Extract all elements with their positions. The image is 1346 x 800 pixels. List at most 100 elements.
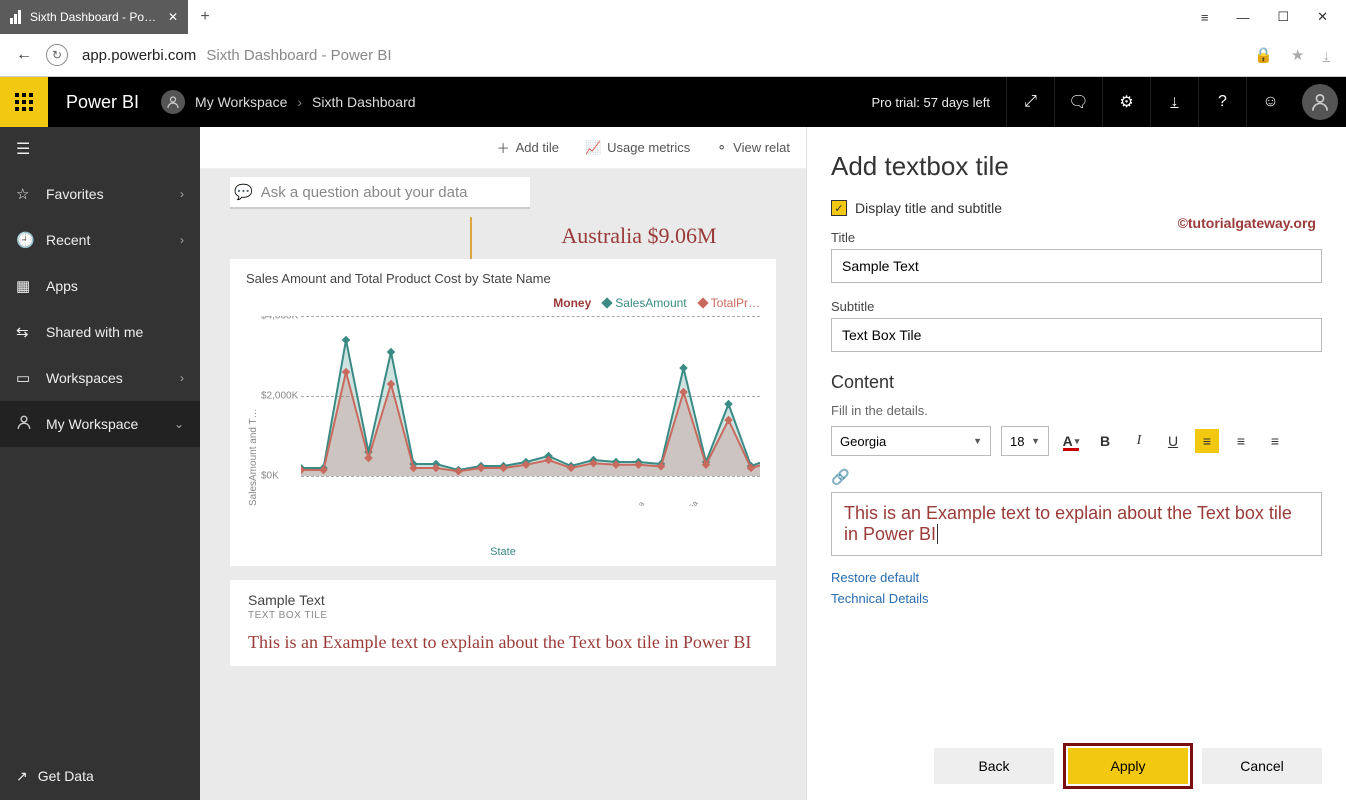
panel-title: Add textbox tile bbox=[831, 151, 1322, 182]
tab-bar: Sixth Dashboard - Power BI ✕ + ≡ — ☐ ✕ bbox=[0, 0, 1346, 34]
watermark: ©tutorialgateway.org bbox=[1178, 215, 1316, 231]
apps-icon: ▦ bbox=[16, 277, 34, 295]
display-title-checkbox[interactable]: ✓ Display title and subtitle bbox=[831, 200, 1322, 216]
fullscreen-icon[interactable]: ⤢ bbox=[1006, 77, 1054, 127]
text-tile-title: Sample Text bbox=[248, 592, 758, 608]
workspaces-icon: ▭ bbox=[16, 369, 34, 387]
settings-icon[interactable]: ⚙ bbox=[1102, 77, 1150, 127]
get-data-button[interactable]: ↗Get Data bbox=[0, 752, 200, 800]
qa-input[interactable]: 💬Ask a question about your data bbox=[230, 177, 530, 209]
chart-title: Sales Amount and Total Product Cost by S… bbox=[246, 271, 760, 286]
cancel-button[interactable]: Cancel bbox=[1202, 748, 1322, 784]
add-textbox-panel: Add textbox tile ✓ Display title and sub… bbox=[806, 127, 1346, 800]
nav-shared[interactable]: ⇆Shared with me bbox=[0, 309, 200, 355]
title-input[interactable] bbox=[831, 249, 1322, 283]
chevron-down-icon: ▼ bbox=[973, 436, 982, 446]
view-related-button[interactable]: ⚬View relat bbox=[716, 140, 790, 156]
menu-icon[interactable]: ≡ bbox=[1201, 10, 1209, 25]
font-select[interactable]: Georgia▼ bbox=[831, 426, 991, 456]
chart-icon: 📈 bbox=[585, 140, 601, 156]
profile-avatar[interactable] bbox=[1302, 84, 1338, 120]
address-bar: ← ↻ app.powerbi.com Sixth Dashboard - Po… bbox=[0, 34, 1346, 76]
content-heading: Content bbox=[831, 372, 1322, 393]
panel-buttons: Back Apply Cancel bbox=[831, 736, 1322, 784]
font-color-button[interactable]: A▾ bbox=[1059, 429, 1083, 453]
underline-button[interactable]: U bbox=[1161, 429, 1185, 453]
align-center-button[interactable]: ≡ bbox=[1229, 429, 1253, 453]
dashboard-toolbar: ＋Add tile 📈Usage metrics ⚬View relat bbox=[200, 127, 806, 169]
plus-icon: ＋ bbox=[497, 138, 510, 157]
nav-my-workspace[interactable]: My Workspace⌄ bbox=[0, 401, 200, 447]
star-icon: ☆ bbox=[16, 185, 34, 203]
browser-tab[interactable]: Sixth Dashboard - Power BI ✕ bbox=[0, 0, 188, 34]
export-icon: ↗ bbox=[16, 768, 28, 785]
usage-metrics-button[interactable]: 📈Usage metrics bbox=[585, 140, 690, 156]
breadcrumb-separator: › bbox=[297, 94, 302, 110]
nav-workspaces[interactable]: ▭Workspaces› bbox=[0, 355, 200, 401]
minimize-icon[interactable]: — bbox=[1236, 10, 1249, 25]
left-nav: ☰ ☆Favorites› 🕘Recent› ▦Apps ⇆Shared wit… bbox=[0, 127, 200, 800]
brand-title: Power BI bbox=[66, 92, 139, 113]
related-icon: ⚬ bbox=[716, 140, 727, 156]
insert-link-button[interactable]: 🔗 bbox=[831, 468, 1322, 486]
content-editor[interactable]: This is an Example text to explain about… bbox=[831, 492, 1322, 556]
comments-icon[interactable]: 🗨 bbox=[1054, 77, 1102, 127]
font-size-select[interactable]: 18▼ bbox=[1001, 426, 1049, 456]
breadcrumb-workspace[interactable]: My Workspace bbox=[195, 94, 287, 110]
app-bar: Power BI My Workspace › Sixth Dashboard … bbox=[0, 77, 1346, 127]
y-axis-label: SalesAmount and T… bbox=[246, 316, 261, 506]
italic-button[interactable]: I bbox=[1127, 429, 1151, 453]
app-launcher-icon[interactable] bbox=[0, 77, 48, 127]
dashboard-canvas: ＋Add tile 📈Usage metrics ⚬View relat 💬As… bbox=[200, 127, 806, 800]
nav-apps[interactable]: ▦Apps bbox=[0, 263, 200, 309]
user-icon bbox=[16, 414, 34, 434]
add-tile-button[interactable]: ＋Add tile bbox=[497, 138, 559, 157]
feedback-icon[interactable]: ☺ bbox=[1246, 77, 1294, 127]
tab-close-icon[interactable]: ✕ bbox=[168, 10, 178, 24]
url-field[interactable]: app.powerbi.com Sixth Dashboard - Power … bbox=[82, 47, 1240, 64]
checkbox-checked-icon: ✓ bbox=[831, 200, 847, 216]
text-tile-body: This is an Example text to explain about… bbox=[248, 631, 758, 654]
format-toolbar: Georgia▼ 18▼ A▾ B I U ≡ ≡ ≡ bbox=[831, 426, 1322, 456]
apply-button[interactable]: Apply bbox=[1068, 748, 1188, 784]
x-axis-label: State bbox=[246, 546, 760, 558]
breadcrumb-page[interactable]: Sixth Dashboard bbox=[312, 94, 416, 110]
align-right-button[interactable]: ≡ bbox=[1263, 429, 1287, 453]
bold-button[interactable]: B bbox=[1093, 429, 1117, 453]
subtitle-label: Subtitle bbox=[831, 299, 1322, 314]
clock-icon: 🕘 bbox=[16, 231, 34, 249]
back-button[interactable]: Back bbox=[934, 748, 1054, 784]
chart-plot: $0K$2,000K$4,000KYvelineWyomingWashingto… bbox=[261, 316, 760, 506]
nav-collapse-icon[interactable]: ☰ bbox=[0, 127, 200, 171]
breadcrumb: My Workspace › Sixth Dashboard bbox=[161, 90, 416, 114]
back-icon[interactable]: ← bbox=[16, 46, 32, 64]
chart-tile[interactable]: Sales Amount and Total Product Cost by S… bbox=[230, 259, 776, 566]
maximize-icon[interactable]: ☐ bbox=[1277, 9, 1289, 25]
technical-details-link[interactable]: Technical Details bbox=[831, 591, 1322, 606]
tab-title: Sixth Dashboard - Power BI bbox=[30, 10, 162, 24]
new-tab-button[interactable]: + bbox=[188, 0, 222, 34]
download-app-icon[interactable]: ↓ bbox=[1150, 77, 1198, 127]
restore-default-link[interactable]: Restore default bbox=[831, 570, 1322, 585]
title-label: Title bbox=[831, 230, 1322, 245]
nav-favorites[interactable]: ☆Favorites› bbox=[0, 171, 200, 217]
help-icon[interactable]: ? bbox=[1198, 77, 1246, 127]
chevron-right-icon: › bbox=[180, 371, 184, 385]
close-window-icon[interactable]: ✕ bbox=[1317, 9, 1328, 25]
nav-recent[interactable]: 🕘Recent› bbox=[0, 217, 200, 263]
share-icon: ⇆ bbox=[16, 323, 34, 341]
content-hint: Fill in the details. bbox=[831, 403, 1322, 418]
user-icon bbox=[161, 90, 185, 114]
reload-icon[interactable]: ↻ bbox=[46, 44, 68, 66]
trial-status: Pro trial: 57 days left bbox=[856, 95, 1007, 110]
text-tile[interactable]: Sample Text TEXT BOX TILE This is an Exa… bbox=[230, 580, 776, 666]
chevron-down-icon: ⌄ bbox=[174, 417, 184, 431]
align-left-button[interactable]: ≡ bbox=[1195, 429, 1219, 453]
star-icon[interactable]: ★ bbox=[1291, 46, 1304, 64]
subtitle-input[interactable] bbox=[831, 318, 1322, 352]
chevron-right-icon: › bbox=[180, 233, 184, 247]
chevron-down-icon: ▼ bbox=[1031, 436, 1040, 446]
lock-icon[interactable]: 🔒 bbox=[1254, 46, 1273, 64]
metric-value: Australia $9.06M bbox=[470, 217, 806, 259]
download-icon[interactable]: ↓ bbox=[1323, 47, 1331, 64]
